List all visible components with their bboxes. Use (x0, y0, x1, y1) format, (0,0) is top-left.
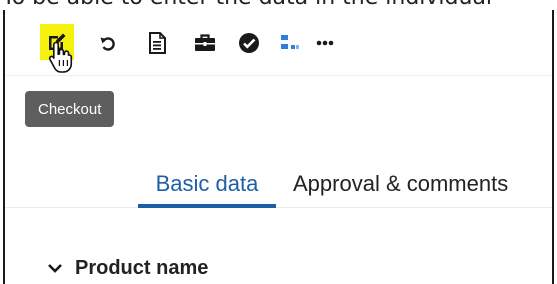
edit-square-icon (46, 31, 68, 53)
structure-button[interactable] (275, 26, 305, 60)
tabs-divider (5, 207, 552, 208)
undo-button[interactable] (93, 26, 123, 60)
tab-label: Basic data (155, 170, 259, 196)
checkout-tooltip: Checkout (25, 91, 115, 127)
approve-button[interactable] (234, 26, 264, 60)
document-icon (148, 32, 166, 54)
checkout-button[interactable] (40, 24, 74, 60)
active-tab-indicator (138, 204, 276, 208)
tooltip-text: Checkout (38, 100, 102, 118)
toolbar (5, 10, 552, 76)
more-icon (316, 40, 334, 46)
section-title: Product name (75, 256, 209, 279)
tab-basic-data[interactable]: Basic data (138, 160, 276, 207)
product-form-window: Checkout Basic data Approval & comments … (3, 10, 554, 284)
more-button[interactable] (310, 26, 340, 60)
tab-label: Approval & comments (293, 170, 509, 196)
document-button[interactable] (142, 26, 172, 60)
check-circle-icon (238, 32, 260, 54)
undo-icon (98, 33, 118, 53)
tab-approval-comments[interactable]: Approval & comments (290, 160, 530, 207)
briefcase-icon (194, 33, 216, 53)
tab-bar: Basic data Approval & comments (5, 160, 552, 207)
structure-icon (280, 34, 300, 52)
briefcase-button[interactable] (190, 26, 220, 60)
chevron-down-icon (47, 258, 69, 278)
product-name-section-header[interactable]: Product name (47, 254, 208, 282)
